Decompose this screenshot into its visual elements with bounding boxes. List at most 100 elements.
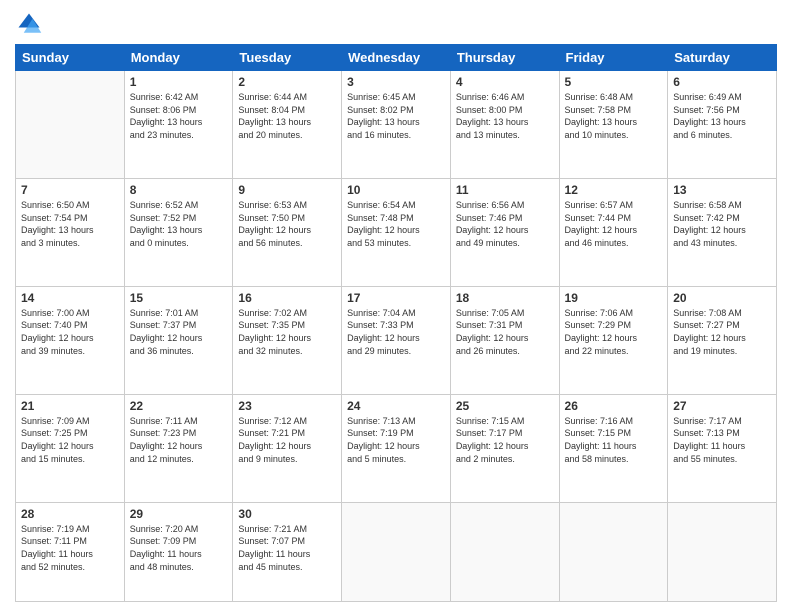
calendar-cell: 14 Sunrise: 7:00 AM Sunset: 7:40 PM Dayli… [16,286,125,394]
day-info: Sunrise: 7:08 AM Sunset: 7:27 PM Dayligh… [673,307,771,357]
day-info: Sunrise: 7:20 AM Sunset: 7:09 PM Dayligh… [130,523,228,573]
day-number: 7 [21,183,119,197]
week-row-2: 14 Sunrise: 7:00 AM Sunset: 7:40 PM Dayli… [16,286,777,394]
calendar-cell: 19 Sunrise: 7:06 AM Sunset: 7:29 PM Dayli… [559,286,668,394]
day-number: 11 [456,183,554,197]
day-info: Sunrise: 6:56 AM Sunset: 7:46 PM Dayligh… [456,199,554,249]
calendar-cell: 26 Sunrise: 7:16 AM Sunset: 7:15 PM Dayli… [559,394,668,502]
calendar-cell: 24 Sunrise: 7:13 AM Sunset: 7:19 PM Dayli… [342,394,451,502]
logo [15,10,47,38]
day-info: Sunrise: 7:09 AM Sunset: 7:25 PM Dayligh… [21,415,119,465]
day-info: Sunrise: 6:48 AM Sunset: 7:58 PM Dayligh… [565,91,663,141]
day-info: Sunrise: 7:13 AM Sunset: 7:19 PM Dayligh… [347,415,445,465]
day-info: Sunrise: 7:21 AM Sunset: 7:07 PM Dayligh… [238,523,336,573]
calendar-cell: 6Sunrise: 6:49 AM Sunset: 7:56 PM Daylig… [668,71,777,179]
day-info: Sunrise: 7:17 AM Sunset: 7:13 PM Dayligh… [673,415,771,465]
day-info: Sunrise: 6:53 AM Sunset: 7:50 PM Dayligh… [238,199,336,249]
day-header-friday: Friday [559,45,668,71]
calendar-cell: 4 Sunrise: 6:46 AM Sunset: 8:00 PM Daylig… [450,71,559,179]
calendar-cell: 3 Sunrise: 6:45 AM Sunset: 8:02 PM Daylig… [342,71,451,179]
day-number: 15 [130,291,228,305]
calendar-cell: 8 Sunrise: 6:52 AM Sunset: 7:52 PM Daylig… [124,178,233,286]
day-number: 3 [347,75,445,89]
day-info: Sunrise: 7:04 AM Sunset: 7:33 PM Dayligh… [347,307,445,357]
calendar-cell: 7 Sunrise: 6:50 AM Sunset: 7:54 PM Daylig… [16,178,125,286]
day-info: Sunrise: 7:16 AM Sunset: 7:15 PM Dayligh… [565,415,663,465]
day-number: 28 [21,507,119,521]
day-number: 18 [456,291,554,305]
day-number: 14 [21,291,119,305]
day-info: Sunrise: 7:01 AM Sunset: 7:37 PM Dayligh… [130,307,228,357]
page: SundayMondayTuesdayWednesdayThursdayFrid… [0,0,792,612]
calendar-cell: 10Sunrise: 6:54 AM Sunset: 7:48 PM Dayli… [342,178,451,286]
calendar-cell: 9 Sunrise: 6:53 AM Sunset: 7:50 PM Daylig… [233,178,342,286]
header-row: SundayMondayTuesdayWednesdayThursdayFrid… [16,45,777,71]
calendar-cell: 30 Sunrise: 7:21 AM Sunset: 7:07 PM Dayli… [233,502,342,601]
day-number: 20 [673,291,771,305]
calendar-cell [668,502,777,601]
day-info: Sunrise: 7:19 AM Sunset: 7:11 PM Dayligh… [21,523,119,573]
day-number: 25 [456,399,554,413]
week-row-3: 21 Sunrise: 7:09 AM Sunset: 7:25 PM Dayli… [16,394,777,502]
day-info: Sunrise: 7:05 AM Sunset: 7:31 PM Dayligh… [456,307,554,357]
day-info: Sunrise: 7:00 AM Sunset: 7:40 PM Dayligh… [21,307,119,357]
day-info: Sunrise: 7:02 AM Sunset: 7:35 PM Dayligh… [238,307,336,357]
week-row-1: 7 Sunrise: 6:50 AM Sunset: 7:54 PM Daylig… [16,178,777,286]
day-info: Sunrise: 6:49 AM Sunset: 7:56 PM Dayligh… [673,91,771,141]
day-header-saturday: Saturday [668,45,777,71]
day-info: Sunrise: 6:42 AM Sunset: 8:06 PM Dayligh… [130,91,228,141]
day-number: 17 [347,291,445,305]
day-number: 26 [565,399,663,413]
day-info: Sunrise: 7:15 AM Sunset: 7:17 PM Dayligh… [456,415,554,465]
calendar-cell: 12Sunrise: 6:57 AM Sunset: 7:44 PM Dayli… [559,178,668,286]
week-row-4: 28 Sunrise: 7:19 AM Sunset: 7:11 PM Dayli… [16,502,777,601]
day-info: Sunrise: 6:50 AM Sunset: 7:54 PM Dayligh… [21,199,119,249]
day-number: 23 [238,399,336,413]
day-number: 2 [238,75,336,89]
day-info: Sunrise: 7:12 AM Sunset: 7:21 PM Dayligh… [238,415,336,465]
day-number: 19 [565,291,663,305]
day-info: Sunrise: 7:06 AM Sunset: 7:29 PM Dayligh… [565,307,663,357]
calendar-cell: 27Sunrise: 7:17 AM Sunset: 7:13 PM Dayli… [668,394,777,502]
calendar-cell: 25 Sunrise: 7:15 AM Sunset: 7:17 PM Dayli… [450,394,559,502]
calendar-cell: 22 Sunrise: 7:11 AM Sunset: 7:23 PM Dayli… [124,394,233,502]
day-number: 4 [456,75,554,89]
calendar-cell: 23 Sunrise: 7:12 AM Sunset: 7:21 PM Dayli… [233,394,342,502]
day-info: Sunrise: 6:46 AM Sunset: 8:00 PM Dayligh… [456,91,554,141]
day-number: 29 [130,507,228,521]
logo-icon [15,10,43,38]
day-number: 10 [347,183,445,197]
day-info: Sunrise: 6:44 AM Sunset: 8:04 PM Dayligh… [238,91,336,141]
calendar-cell [16,71,125,179]
day-number: 24 [347,399,445,413]
day-number: 16 [238,291,336,305]
calendar-cell [342,502,451,601]
calendar-cell: 1Sunrise: 6:42 AM Sunset: 8:06 PM Daylig… [124,71,233,179]
day-number: 5 [565,75,663,89]
day-number: 12 [565,183,663,197]
calendar-cell: 16 Sunrise: 7:02 AM Sunset: 7:35 PM Dayli… [233,286,342,394]
day-number: 13 [673,183,771,197]
calendar: SundayMondayTuesdayWednesdayThursdayFrid… [15,44,777,602]
calendar-cell: 15 Sunrise: 7:01 AM Sunset: 7:37 PM Dayli… [124,286,233,394]
day-number: 8 [130,183,228,197]
calendar-cell [450,502,559,601]
day-header-tuesday: Tuesday [233,45,342,71]
day-info: Sunrise: 6:58 AM Sunset: 7:42 PM Dayligh… [673,199,771,249]
calendar-cell: 29 Sunrise: 7:20 AM Sunset: 7:09 PM Dayli… [124,502,233,601]
day-header-thursday: Thursday [450,45,559,71]
day-header-sunday: Sunday [16,45,125,71]
week-row-0: 1Sunrise: 6:42 AM Sunset: 8:06 PM Daylig… [16,71,777,179]
day-info: Sunrise: 7:11 AM Sunset: 7:23 PM Dayligh… [130,415,228,465]
day-number: 30 [238,507,336,521]
day-number: 22 [130,399,228,413]
calendar-cell: 13 Sunrise: 6:58 AM Sunset: 7:42 PM Dayli… [668,178,777,286]
calendar-cell: 2 Sunrise: 6:44 AM Sunset: 8:04 PM Daylig… [233,71,342,179]
calendar-cell: 28 Sunrise: 7:19 AM Sunset: 7:11 PM Dayli… [16,502,125,601]
calendar-cell: 21 Sunrise: 7:09 AM Sunset: 7:25 PM Dayli… [16,394,125,502]
day-info: Sunrise: 6:45 AM Sunset: 8:02 PM Dayligh… [347,91,445,141]
day-info: Sunrise: 6:52 AM Sunset: 7:52 PM Dayligh… [130,199,228,249]
header [15,10,777,38]
day-number: 9 [238,183,336,197]
day-number: 21 [21,399,119,413]
